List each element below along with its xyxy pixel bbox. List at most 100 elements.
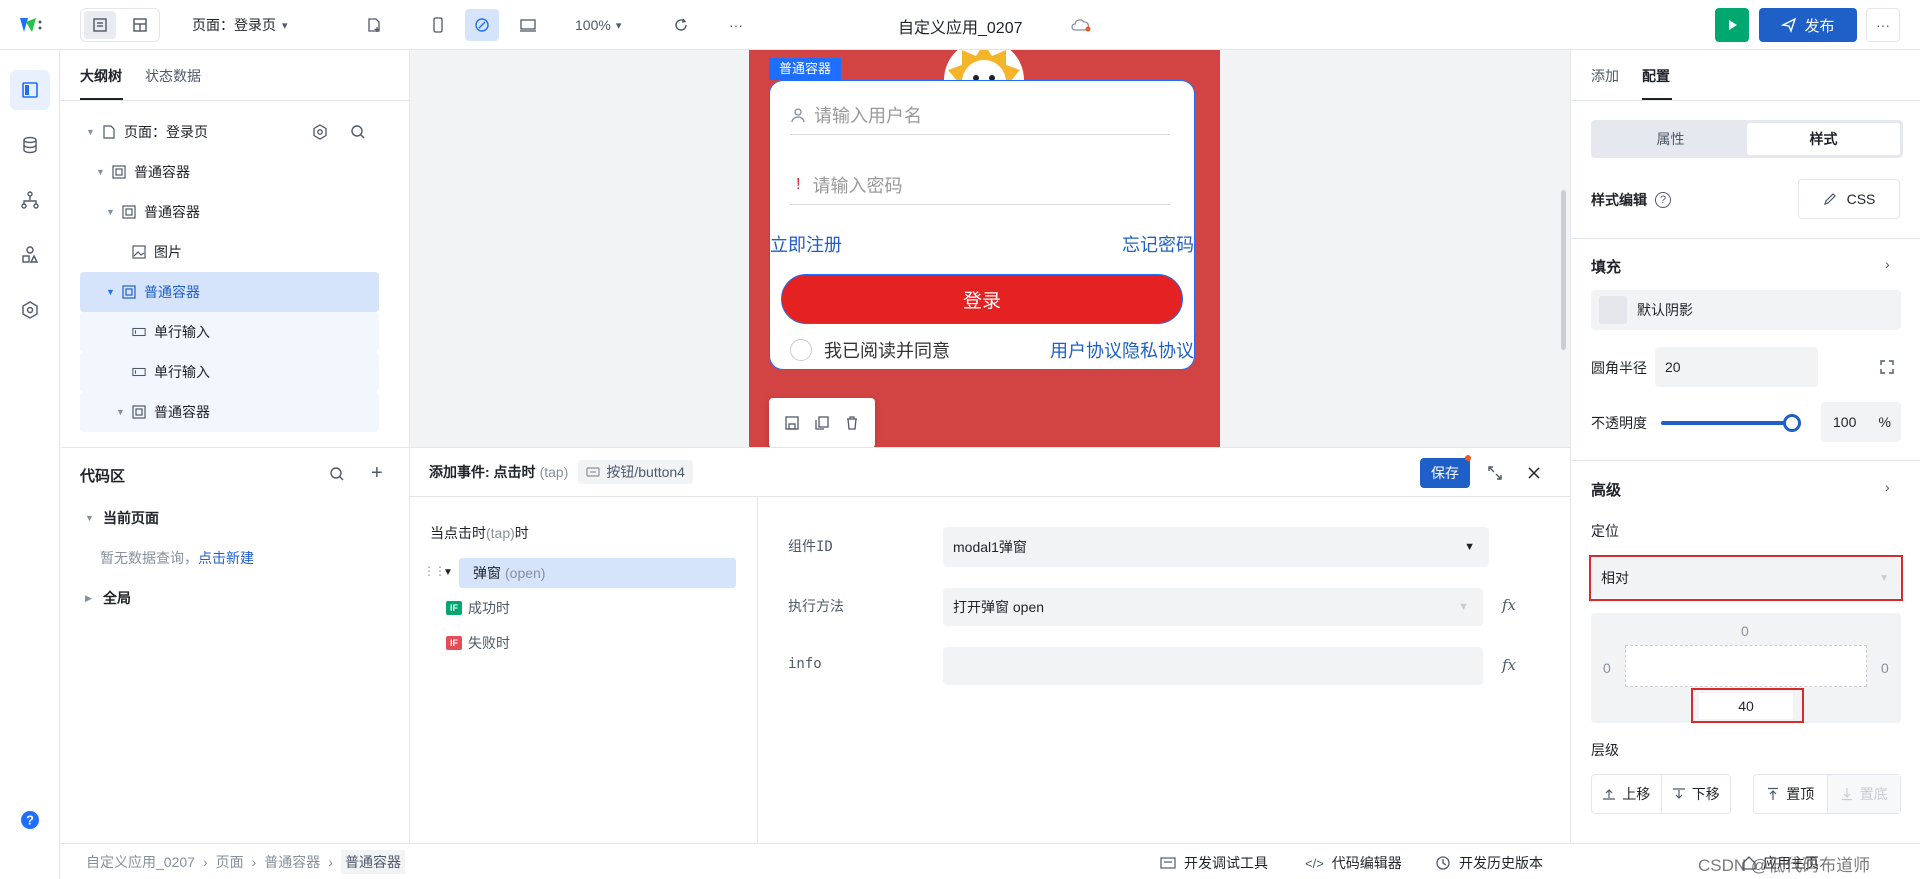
more-icon[interactable]: ··· xyxy=(722,11,750,39)
to-bottom-button[interactable]: 置底 xyxy=(1827,775,1900,813)
segment-property[interactable]: 属性 xyxy=(1594,123,1747,155)
fail-branch[interactable]: IF 失败时 xyxy=(446,633,510,653)
opacity-slider[interactable] xyxy=(1661,414,1801,432)
desktop-view-icon[interactable] xyxy=(514,11,542,39)
default-shadow-row[interactable]: 默认阴影 xyxy=(1591,290,1901,330)
grid-layout-icon[interactable] xyxy=(124,11,156,39)
gear-icon[interactable] xyxy=(312,124,328,140)
search-icon[interactable] xyxy=(350,124,366,140)
close-icon[interactable] xyxy=(1527,466,1541,480)
breadcrumb-item[interactable]: 自定义应用_0207 xyxy=(86,852,195,872)
chevron-right-icon[interactable]: › xyxy=(1885,256,1890,272)
property-style-segment: 属性 样式 xyxy=(1591,120,1903,158)
password-field[interactable]: ! 请输入密码 xyxy=(790,165,1170,205)
css-button[interactable]: CSS xyxy=(1798,179,1900,219)
history-button[interactable]: 开发历史版本 xyxy=(1435,853,1543,873)
forgot-password-link[interactable]: 忘记密码 xyxy=(1122,231,1194,257)
tree-node-text-input[interactable]: 单行输入 xyxy=(80,352,379,392)
copy-icon[interactable] xyxy=(814,415,830,431)
trigger-title-b: (tap) xyxy=(486,525,515,541)
preview-button[interactable] xyxy=(1715,8,1749,42)
method-select[interactable]: 打开弹窗 open ▼ xyxy=(943,588,1483,626)
save-button[interactable]: 保存 xyxy=(1420,458,1470,488)
current-page-group[interactable]: ▼ 当前页面 xyxy=(85,508,159,528)
save-template-icon[interactable] xyxy=(784,415,800,431)
more-actions-button[interactable]: ··· xyxy=(1866,8,1900,42)
mobile-view-icon[interactable] xyxy=(424,11,452,39)
success-branch[interactable]: IF 成功时 xyxy=(446,598,510,618)
opacity-slider-thumb[interactable] xyxy=(1783,414,1801,432)
search-icon[interactable] xyxy=(329,466,345,482)
drag-handle-icon[interactable]: ⋮⋮ xyxy=(423,564,446,578)
offset-top[interactable]: 0 xyxy=(1741,623,1749,639)
to-top-button[interactable]: 置顶 xyxy=(1754,775,1828,813)
register-link[interactable]: 立即注册 xyxy=(770,231,842,257)
delete-icon[interactable] xyxy=(844,415,860,431)
move-up-button[interactable]: 上移 xyxy=(1592,775,1662,813)
cloud-sync-icon[interactable] xyxy=(1070,16,1092,34)
web-view-icon[interactable] xyxy=(465,9,499,41)
tree-node-label: 单行输入 xyxy=(154,364,210,380)
refresh-icon[interactable] xyxy=(667,11,695,39)
add-icon[interactable]: + xyxy=(371,462,383,485)
username-field[interactable]: 请输入用户名 xyxy=(790,95,1170,135)
outline-icon[interactable] xyxy=(10,70,50,110)
shadow-swatch xyxy=(1599,296,1627,324)
caret-down-icon[interactable]: ▼ xyxy=(443,567,453,578)
tab-state-data[interactable]: 状态数据 xyxy=(145,66,201,86)
chevron-right-icon[interactable]: › xyxy=(1885,479,1890,495)
fullscreen-icon[interactable] xyxy=(1879,359,1895,375)
code-editor-button[interactable]: </> 代码编辑器 xyxy=(1305,853,1402,873)
tab-add[interactable]: 添加 xyxy=(1591,66,1619,86)
app-logo-icon[interactable] xyxy=(18,14,44,36)
tree-node-page[interactable]: ▼ 页面：登录页 xyxy=(80,112,379,152)
list-layout-icon[interactable] xyxy=(84,11,116,39)
opacity-unit: % xyxy=(1878,414,1891,430)
flow-icon[interactable] xyxy=(10,180,50,220)
code-area-panel: 代码区 + ▼ 当前页面 暂无数据查询，点击新建 ▶ 全局 xyxy=(61,447,410,843)
tree-node-text-input[interactable]: 单行输入 xyxy=(80,312,379,352)
tree-node-container[interactable]: ▼ 普通容器 xyxy=(80,152,379,192)
action-item-modal[interactable]: 弹窗 (open) xyxy=(459,558,736,588)
login-card[interactable]: 请输入用户名 ! 请输入密码 立即注册 忘记密码 登录 xyxy=(769,80,1195,342)
tree-node-image[interactable]: 图片 xyxy=(80,232,379,272)
tab-config[interactable]: 配置 xyxy=(1642,66,1670,86)
offset-right[interactable]: 0 xyxy=(1881,660,1889,676)
agreement-links[interactable]: 用户协议隐私协议 xyxy=(1050,337,1194,363)
help-icon[interactable]: ? xyxy=(10,800,50,840)
fill-section-title[interactable]: 填充 xyxy=(1591,256,1621,277)
expand-icon[interactable] xyxy=(1487,465,1503,481)
breadcrumb-item[interactable]: 页面 xyxy=(216,852,244,872)
zoom-selector[interactable]: 100% ▾ xyxy=(575,14,621,36)
publish-button[interactable]: 发布 xyxy=(1759,8,1857,42)
function-icon[interactable]: fx xyxy=(1502,596,1516,614)
tree-node-container[interactable]: ▼ 普通容器 xyxy=(80,192,379,232)
global-group[interactable]: ▶ 全局 xyxy=(85,588,131,608)
segment-style[interactable]: 样式 xyxy=(1747,123,1900,155)
radius-input[interactable]: 20 xyxy=(1655,347,1818,387)
help-circle-icon[interactable]: ? xyxy=(1655,192,1671,208)
canvas-scrollbar[interactable] xyxy=(1561,190,1566,350)
info-input[interactable] xyxy=(943,647,1483,685)
tree-node-label: 普通容器 xyxy=(134,164,190,180)
add-page-icon[interactable] xyxy=(360,11,388,39)
page-selector[interactable]: 页面：登录页 ▾ xyxy=(192,14,288,36)
breadcrumb-item[interactable]: 普通容器 xyxy=(264,852,320,872)
opacity-input[interactable]: 100 % xyxy=(1821,402,1901,442)
tree-node-container[interactable]: ▼ 普通容器 xyxy=(80,392,379,432)
debug-tool-button[interactable]: 开发调试工具 xyxy=(1160,853,1268,873)
tree-node-container-selected[interactable]: ▼ 普通容器 xyxy=(80,272,379,312)
offset-left[interactable]: 0 xyxy=(1603,660,1611,676)
create-query-link[interactable]: 点击新建 xyxy=(198,550,254,566)
database-icon[interactable] xyxy=(10,125,50,165)
component-id-select[interactable]: modal1弹窗 ▼ xyxy=(943,527,1489,567)
login-button[interactable]: 登录 xyxy=(781,274,1183,324)
tab-outline-tree[interactable]: 大纲树 xyxy=(80,66,122,86)
agree-checkbox[interactable] xyxy=(790,338,812,361)
components-icon[interactable] xyxy=(10,235,50,275)
function-icon[interactable]: fx xyxy=(1502,656,1516,674)
settings-icon[interactable] xyxy=(10,290,50,330)
advanced-section-title[interactable]: 高级 xyxy=(1591,479,1621,500)
move-down-button[interactable]: 下移 xyxy=(1662,775,1731,813)
breadcrumb-item-current[interactable]: 普通容器 xyxy=(340,849,405,874)
